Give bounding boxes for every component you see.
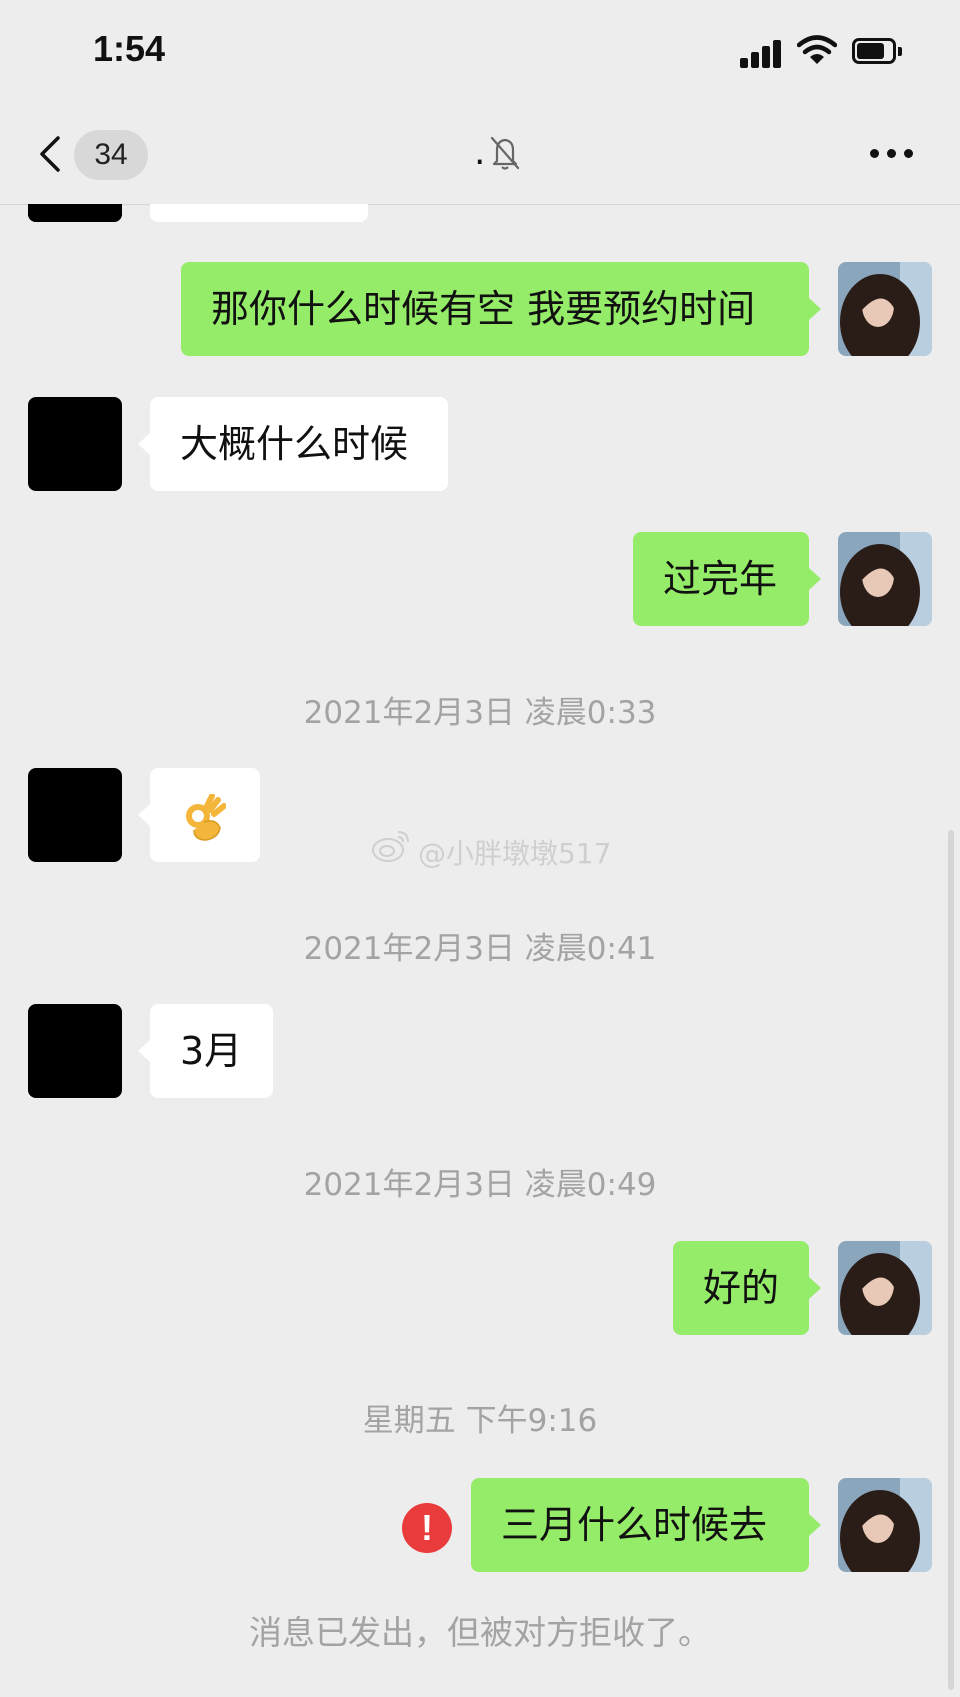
my-avatar[interactable] (838, 1478, 932, 1572)
my-avatar[interactable] (838, 262, 932, 356)
contact-avatar-clipped (28, 204, 122, 222)
chevron-left-icon (40, 136, 60, 172)
timestamp: 2021年2月3日 凌晨0:49 (303, 1167, 657, 1203)
received-message-bubble-clipped (150, 204, 368, 222)
back-button[interactable]: 34 (32, 122, 152, 186)
received-message-bubble[interactable] (138, 768, 260, 862)
sent-message-bubble[interactable]: 好的 (673, 1241, 821, 1335)
system-notice: 消息已发出，但被对方拒收了。 (249, 1613, 711, 1652)
contact-avatar[interactable] (28, 397, 122, 491)
status-time: 1:54 (93, 28, 166, 69)
ok-hand-emoji (186, 793, 226, 841)
cellular-signal-icon (740, 40, 782, 68)
sent-message-bubble[interactable]: 那你什么时候有空 我要预约时间 (181, 262, 821, 356)
timestamp: 2021年2月3日 凌晨0:41 (303, 931, 657, 967)
send-failed-icon[interactable]: ! (402, 1503, 452, 1553)
unread-count-badge: 34 (74, 130, 148, 180)
wifi-icon (797, 35, 837, 64)
battery-icon (852, 38, 904, 66)
timestamp: 2021年2月3日 凌晨0:33 (303, 695, 657, 731)
timestamp: 星期五 下午9:16 (362, 1403, 598, 1439)
received-message-bubble[interactable]: 3月 (138, 1004, 273, 1098)
bell-slash-icon (490, 136, 520, 170)
status-bar: 1:54 (0, 0, 960, 104)
scrollbar[interactable] (948, 830, 954, 1690)
watermark-text: @小胖墩墩517 (418, 837, 612, 870)
contact-avatar[interactable] (28, 768, 122, 862)
my-avatar[interactable] (838, 532, 932, 626)
weibo-watermark: @小胖墩墩517 (372, 828, 612, 874)
chat-title: . (474, 132, 486, 173)
sent-message-bubble[interactable]: 过完年 (633, 532, 821, 626)
more-options-button[interactable] (870, 144, 920, 164)
weibo-logo-icon (372, 831, 409, 862)
header-overlay: 34 . (0, 104, 960, 204)
my-avatar[interactable] (838, 1241, 932, 1335)
contact-avatar[interactable] (28, 1004, 122, 1098)
received-message-bubble[interactable]: 大概什么时候 (138, 397, 448, 491)
sent-message-bubble[interactable]: 三月什么时候去 (471, 1478, 821, 1572)
